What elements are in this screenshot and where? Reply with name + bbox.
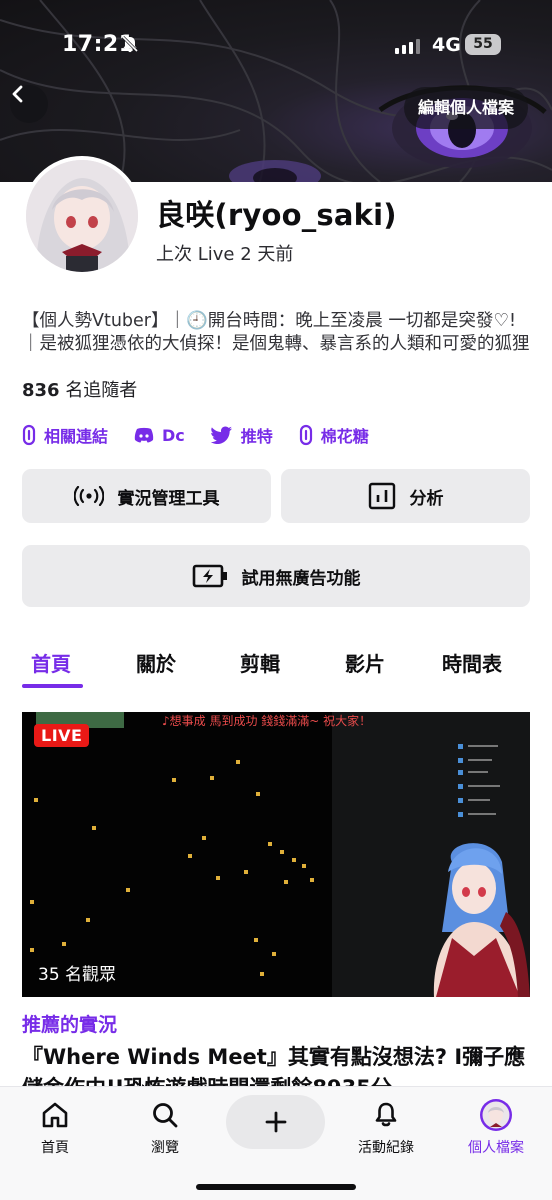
followers-label: 名追隨者 — [65, 380, 138, 401]
tab-home[interactable]: 首頁 — [31, 648, 71, 677]
stream-title[interactable]: 『Where Winds Meet』其實有點沒想法? I彌子應儲金作中!I恐怖遊… — [22, 1042, 532, 1086]
create-button[interactable] — [226, 1095, 325, 1149]
ad-free-trial-button[interactable]: 試用無廣告功能 — [22, 545, 530, 607]
link-label: 相關連結 — [44, 427, 109, 446]
link-label: Dc — [162, 425, 185, 445]
social-links: 相關連結 Dc 推特 棉花糖 — [22, 422, 369, 448]
analytics-button[interactable]: 分析 — [281, 469, 530, 523]
link-twitter[interactable]: 推特 — [210, 423, 273, 447]
link-icon — [299, 424, 312, 446]
broadcast-icon — [73, 486, 104, 506]
discord-icon — [134, 427, 154, 443]
recommended-stream-label: 推薦的實況 — [22, 1014, 118, 1036]
button-label: 分析 — [409, 488, 444, 509]
plus-icon — [265, 1111, 286, 1133]
followers-count[interactable]: 836 名追隨者 — [22, 376, 137, 402]
bell-icon — [375, 1102, 397, 1127]
link-icon — [22, 424, 36, 446]
live-badge: LIVE — [34, 724, 90, 747]
link-related[interactable]: 相關連結 — [22, 423, 108, 447]
nav-label: 首頁 — [41, 1140, 69, 1156]
last-live-status: 上次 Live 2 天前 — [156, 244, 294, 265]
cellular-signal-icon — [395, 38, 420, 54]
analytics-icon — [368, 482, 395, 510]
network-type: 4G — [432, 34, 461, 56]
link-discord[interactable]: Dc — [134, 426, 185, 445]
stream-ticker-text: ♪想事成 馬到成功 錢錢滿滿~ 祝大家！ — [162, 714, 372, 728]
tab-about[interactable]: 關於 — [136, 648, 176, 677]
viewer-count: 35 名觀眾 — [38, 965, 117, 985]
nav-browse[interactable]: 瀏覽 — [115, 1099, 215, 1157]
home-indicator — [196, 1184, 356, 1190]
tab-schedule[interactable]: 時間表 — [442, 648, 502, 677]
avatar-image — [26, 160, 138, 272]
followers-number: 836 — [22, 380, 60, 401]
nav-label: 活動紀錄 — [358, 1140, 414, 1156]
avatar[interactable] — [22, 156, 142, 276]
stream-manager-button[interactable]: 實況管理工具 — [22, 469, 271, 523]
stream-preview-image — [22, 712, 530, 997]
nav-profile[interactable]: 個人檔案 — [446, 1099, 546, 1157]
tab-videos[interactable]: 影片 — [345, 648, 385, 677]
button-label: 試用無廣告功能 — [241, 568, 361, 589]
edit-profile-button[interactable]: 編輯個人檔案 — [404, 87, 529, 129]
battery-indicator: 55 — [465, 34, 501, 55]
battery-bolt-icon — [192, 564, 227, 588]
nav-activity[interactable]: 活動紀錄 — [336, 1099, 436, 1157]
active-tab-indicator — [22, 684, 83, 688]
bottom-navigation: 首頁 瀏覽 活動紀錄 個人檔案 — [0, 1086, 552, 1200]
channel-tabs: 首頁 關於 剪輯 影片 時間表 — [0, 640, 552, 688]
chevron-left-icon — [12, 85, 23, 103]
nav-label: 瀏覽 — [151, 1140, 179, 1156]
home-icon — [42, 1102, 68, 1128]
button-label: 實況管理工具 — [117, 488, 220, 509]
link-label: 棉花糖 — [320, 427, 369, 446]
back-button[interactable] — [10, 85, 48, 123]
nav-home[interactable]: 首頁 — [5, 1099, 105, 1157]
channel-name: 良咲(ryoo_saki) — [156, 198, 397, 232]
link-label: 推特 — [240, 427, 273, 446]
tab-clips[interactable]: 剪輯 — [240, 648, 280, 677]
nav-label: 個人檔案 — [468, 1140, 524, 1156]
status-bar: 17:21 4G 55 — [0, 0, 552, 88]
channel-bio[interactable]: 【個人勢Vtuber】｜🕘開台時間：晚上至凌晨 一切都是突發♡!｜是被狐狸憑依的… — [22, 310, 532, 356]
link-marshmallow[interactable]: 棉花糖 — [299, 423, 369, 447]
live-stream-thumbnail[interactable]: ♪想事成 馬到成功 錢錢滿滿~ 祝大家！ LIVE 35 名觀眾 — [22, 712, 530, 997]
profile-avatar-icon — [480, 1099, 512, 1131]
twitter-icon — [210, 426, 232, 444]
profile-banner: 17:21 4G 55 編輯個人檔案 — [0, 0, 552, 182]
search-icon — [153, 1103, 178, 1128]
